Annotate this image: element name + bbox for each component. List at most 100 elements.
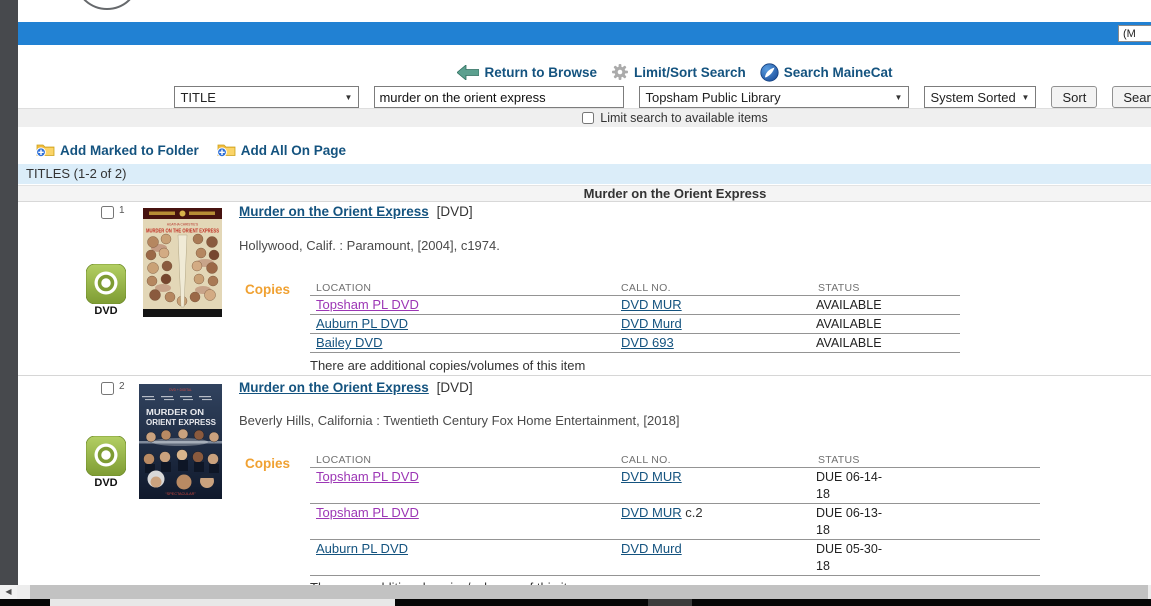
additional-copies-note: There are additional copies/volumes of t… xyxy=(310,358,585,373)
spacer-cell xyxy=(888,540,1040,576)
location-link[interactable]: Topsham PL DVD xyxy=(316,505,419,520)
taskbar-edge-light-segment xyxy=(50,599,395,606)
gear-icon xyxy=(611,63,629,81)
svg-text:MURDER ON: MURDER ON xyxy=(146,408,204,417)
search-scope-select[interactable]: Topsham Public Library ▼ xyxy=(639,86,909,108)
search-index-select[interactable]: TITLE ▼ xyxy=(174,86,359,108)
nav-row: Return to Browse Limit/Sort Search Searc… xyxy=(18,60,1151,84)
spacer-cell xyxy=(888,504,1040,540)
copy-row: Auburn PL DVD DVD Murd DUE 05-30-18 xyxy=(310,540,1040,576)
dvd-disc-icon xyxy=(82,264,130,304)
status-text: AVAILABLE xyxy=(816,335,882,352)
copy-row: Topsham PL DVDDVD MURDUE 06-14-18 xyxy=(310,468,1040,504)
limit-available-checkbox[interactable] xyxy=(582,112,594,124)
top-blue-bar: (M xyxy=(18,22,1151,45)
add-all-label: Add All On Page xyxy=(241,143,346,158)
svg-text:ORIENT EXPRESS: ORIENT EXPRESS xyxy=(146,418,217,427)
record-2-checkbox[interactable] xyxy=(101,382,114,395)
add-marked-button[interactable]: Add Marked to Folder xyxy=(36,141,199,160)
chevron-down-icon: ▼ xyxy=(895,93,903,102)
folder-toolbar: Add Marked to Folder Add All On Page xyxy=(36,139,346,161)
spacer-cell xyxy=(888,468,1040,504)
record-imprint: Hollywood, Calif. : Paramount, [2004], c… xyxy=(239,238,500,253)
horizontal-scrollbar[interactable]: ◀ xyxy=(0,585,1151,599)
svg-text:DVD + DIGITAL: DVD + DIGITAL xyxy=(169,388,192,392)
media-type-badge: DVD xyxy=(82,264,130,317)
limit-available-label: Limit search to available items xyxy=(600,111,767,125)
call-number-link[interactable]: DVD Murd xyxy=(621,541,682,556)
top-right-select[interactable]: (M xyxy=(1118,25,1151,42)
status-text: DUE 06-13-18 xyxy=(816,505,888,539)
status-text: DUE 05-30-18 xyxy=(816,541,888,575)
location-link[interactable]: Topsham PL DVD xyxy=(316,469,419,484)
sort-button[interactable]: Sort xyxy=(1051,86,1097,108)
record-1-checkbox[interactable] xyxy=(101,206,114,219)
location-link[interactable]: Auburn PL DVD xyxy=(316,316,408,331)
add-marked-label: Add Marked to Folder xyxy=(60,143,199,158)
taskbar-edge-gray-segment xyxy=(648,599,692,606)
status-text: AVAILABLE xyxy=(816,316,882,333)
column-header-callno: CALL NO. xyxy=(615,452,812,468)
svg-text:MURDER ON THE ORIENT EXPRESS: MURDER ON THE ORIENT EXPRESS xyxy=(146,229,220,235)
scroll-left-arrow-icon[interactable]: ◀ xyxy=(0,585,17,599)
column-header-location: LOCATION xyxy=(310,452,615,468)
catalog-results-page: (M Return to Browse Limit/Sort Search Se… xyxy=(0,0,1151,606)
copies-label: Copies xyxy=(245,282,290,297)
column-header-callno: CALL NO. xyxy=(615,280,812,296)
record-title-line: Murder on the Orient Express [DVD] xyxy=(239,380,473,395)
column-header-location: LOCATION xyxy=(310,280,615,296)
dvd-cover-1974: AGATHA CHRISTIE'S MURDER ON THE ORIENT EX… xyxy=(143,208,222,322)
limit-row: Limit search to available items xyxy=(18,108,1151,127)
limit-sort-link[interactable]: Limit/Sort Search xyxy=(611,63,746,81)
copies-label: Copies xyxy=(245,456,290,471)
column-header-status: STATUS xyxy=(812,452,888,468)
record-title-link[interactable]: Murder on the Orient Express xyxy=(239,380,429,395)
taskbar-edge xyxy=(0,599,1151,606)
record-format: [DVD] xyxy=(437,204,473,219)
sort-order-select[interactable]: System Sorted ▼ xyxy=(924,86,1036,108)
scrollbar-thumb[interactable] xyxy=(30,585,1148,599)
return-to-browse-label: Return to Browse xyxy=(484,65,597,80)
search-button[interactable]: Search xyxy=(1112,86,1151,108)
media-type-label: DVD xyxy=(82,477,130,489)
search-form: TITLE ▼ Topsham Public Library ▼ System … xyxy=(18,86,1151,108)
record-imprint: Beverly Hills, California : Twentieth Ce… xyxy=(239,413,680,428)
search-scope-value: Topsham Public Library xyxy=(645,90,780,105)
column-header-spacer xyxy=(888,452,1040,468)
record-format: [DVD] xyxy=(437,380,473,395)
call-number-link[interactable]: DVD MUR xyxy=(621,505,682,520)
location-link[interactable]: Auburn PL DVD xyxy=(316,541,408,556)
call-number-suffix: c.2 xyxy=(682,505,703,520)
copies-table: LOCATION CALL NO. STATUS Topsham PL DVD D… xyxy=(310,452,1040,576)
search-mainecat-label: Search MaineCat xyxy=(784,65,893,80)
copies-header-row: LOCATION CALL NO. STATUS xyxy=(310,452,1040,468)
record-number: 1 xyxy=(119,205,125,216)
search-mainecat-link[interactable]: Search MaineCat xyxy=(760,63,893,82)
media-type-badge: DVD xyxy=(82,436,130,489)
svg-text:“SPECTACULAR”: “SPECTACULAR” xyxy=(165,492,196,496)
mainecat-globe-icon xyxy=(760,63,779,82)
add-all-button[interactable]: Add All On Page xyxy=(217,141,346,160)
status-text: AVAILABLE xyxy=(816,297,882,314)
record-title-link[interactable]: Murder on the Orient Express xyxy=(239,204,429,219)
svg-text:AGATHA CHRISTIE'S: AGATHA CHRISTIE'S xyxy=(167,223,198,227)
dvd-disc-icon xyxy=(82,436,130,476)
copy-row: Topsham PL DVD DVD MUR AVAILABLE xyxy=(310,296,960,315)
left-rail xyxy=(0,0,18,585)
copy-row: Auburn PL DVD DVD Murd AVAILABLE xyxy=(310,315,960,334)
search-index-value: TITLE xyxy=(180,90,215,105)
chevron-down-icon: ▼ xyxy=(345,93,353,102)
location-link[interactable]: Topsham PL DVD xyxy=(316,297,419,312)
call-number-link[interactable]: DVD Murd xyxy=(621,316,682,331)
call-number-link[interactable]: DVD MUR xyxy=(621,297,682,312)
result-record-1: 1 AGATHA CHRISTIE'S MURDER ON THE ORIENT … xyxy=(18,202,1151,375)
record-title-line: Murder on the Orient Express [DVD] xyxy=(239,204,473,219)
call-number-link[interactable]: DVD 693 xyxy=(621,335,674,350)
return-to-browse-link[interactable]: Return to Browse xyxy=(457,65,597,80)
copies-header-row: LOCATION CALL NO. STATUS xyxy=(310,280,960,296)
limit-sort-label: Limit/Sort Search xyxy=(634,65,746,80)
search-query-input[interactable] xyxy=(374,86,624,108)
call-number-link[interactable]: DVD MUR xyxy=(621,469,682,484)
browse-heading: Murder on the Orient Express xyxy=(18,185,1151,202)
location-link[interactable]: Bailey DVD xyxy=(316,335,382,350)
